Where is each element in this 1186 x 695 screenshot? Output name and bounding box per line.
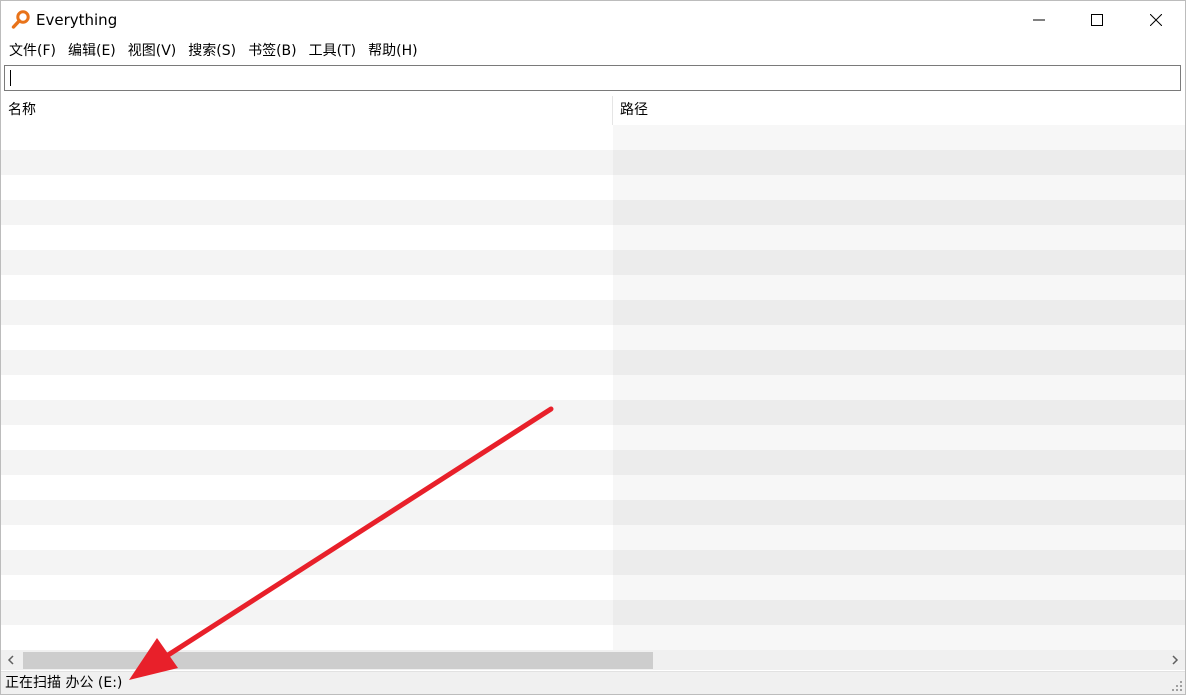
results-list[interactable] — [1, 125, 1185, 650]
list-row[interactable] — [1, 325, 1185, 350]
list-row[interactable] — [1, 225, 1185, 250]
horizontal-scrollbar[interactable] — [1, 650, 1185, 670]
row-name-cell — [1, 125, 613, 150]
row-path-cell — [613, 200, 1185, 225]
row-path-cell — [613, 275, 1185, 300]
row-name-cell — [1, 200, 613, 225]
list-row[interactable] — [1, 200, 1185, 225]
menu-help[interactable]: 帮助(H) — [362, 39, 423, 63]
row-path-cell — [613, 425, 1185, 450]
scroll-left-button[interactable] — [1, 650, 21, 670]
status-text: 正在扫描 办公 (E:) — [5, 675, 123, 691]
row-path-cell — [613, 575, 1185, 600]
menu-search[interactable]: 搜索(S) — [182, 39, 242, 63]
menu-bookmarks[interactable]: 书签(B) — [242, 39, 303, 63]
row-path-cell — [613, 450, 1185, 475]
list-row[interactable] — [1, 375, 1185, 400]
minimize-icon — [1033, 19, 1045, 21]
list-row[interactable] — [1, 150, 1185, 175]
text-caret — [10, 70, 11, 86]
row-path-cell — [613, 475, 1185, 500]
menu-edit[interactable]: 编辑(E) — [62, 39, 122, 63]
row-name-cell — [1, 625, 613, 650]
row-name-cell — [1, 600, 613, 625]
row-name-cell — [1, 250, 613, 275]
list-row[interactable] — [1, 575, 1185, 600]
list-row[interactable] — [1, 425, 1185, 450]
list-row[interactable] — [1, 400, 1185, 425]
list-row[interactable] — [1, 525, 1185, 550]
chevron-right-icon — [1172, 655, 1179, 665]
row-path-cell — [613, 125, 1185, 150]
row-name-cell — [1, 575, 613, 600]
list-row[interactable] — [1, 275, 1185, 300]
row-path-cell — [613, 500, 1185, 525]
scroll-thumb[interactable] — [23, 652, 653, 669]
list-row[interactable] — [1, 500, 1185, 525]
search-input[interactable] — [5, 66, 1180, 90]
row-name-cell — [1, 475, 613, 500]
row-path-cell — [613, 150, 1185, 175]
row-name-cell — [1, 275, 613, 300]
search-box[interactable] — [4, 65, 1181, 91]
everything-window: Everything 文件(F) 编辑(E) 视图(V) 搜索(S) 书签(B)… — [0, 0, 1186, 695]
list-row[interactable] — [1, 300, 1185, 325]
close-icon — [1150, 14, 1162, 26]
menu-bar: 文件(F) 编辑(E) 视图(V) 搜索(S) 书签(B) 工具(T) 帮助(H… — [1, 39, 1185, 63]
row-path-cell — [613, 600, 1185, 625]
menu-file[interactable]: 文件(F) — [3, 39, 62, 63]
row-path-cell — [613, 175, 1185, 200]
menu-view[interactable]: 视图(V) — [122, 39, 183, 63]
list-row[interactable] — [1, 600, 1185, 625]
column-header-row: 名称 路径 — [1, 96, 1185, 125]
menu-tools[interactable]: 工具(T) — [303, 39, 362, 63]
row-path-cell — [613, 525, 1185, 550]
list-row[interactable] — [1, 125, 1185, 150]
row-path-cell — [613, 300, 1185, 325]
row-name-cell — [1, 325, 613, 350]
maximize-button[interactable] — [1068, 1, 1126, 39]
list-row[interactable] — [1, 550, 1185, 575]
column-header-path[interactable]: 路径 — [613, 96, 1185, 125]
list-row[interactable] — [1, 250, 1185, 275]
row-name-cell — [1, 400, 613, 425]
row-path-cell — [613, 225, 1185, 250]
row-name-cell — [1, 450, 613, 475]
list-row[interactable] — [1, 450, 1185, 475]
column-header-name[interactable]: 名称 — [1, 96, 613, 125]
row-name-cell — [1, 300, 613, 325]
chevron-left-icon — [7, 655, 14, 665]
row-name-cell — [1, 350, 613, 375]
row-path-cell — [613, 250, 1185, 275]
row-name-cell — [1, 525, 613, 550]
list-row[interactable] — [1, 625, 1185, 650]
magnifier-logo-icon — [11, 10, 30, 29]
row-name-cell — [1, 425, 613, 450]
list-row[interactable] — [1, 175, 1185, 200]
minimize-button[interactable] — [1010, 1, 1068, 39]
list-row[interactable] — [1, 475, 1185, 500]
row-name-cell — [1, 550, 613, 575]
row-path-cell — [613, 625, 1185, 650]
window-title: Everything — [36, 11, 118, 29]
row-path-cell — [613, 350, 1185, 375]
row-name-cell — [1, 175, 613, 200]
row-name-cell — [1, 375, 613, 400]
title-bar[interactable]: Everything — [1, 1, 1185, 39]
list-row[interactable] — [1, 350, 1185, 375]
row-path-cell — [613, 400, 1185, 425]
row-path-cell — [613, 375, 1185, 400]
maximize-icon — [1091, 14, 1103, 26]
row-name-cell — [1, 150, 613, 175]
scroll-right-button[interactable] — [1165, 650, 1185, 670]
row-path-cell — [613, 325, 1185, 350]
status-bar: 正在扫描 办公 (E:) — [1, 671, 1185, 694]
resize-grip-icon[interactable] — [1171, 680, 1183, 692]
row-name-cell — [1, 500, 613, 525]
row-name-cell — [1, 225, 613, 250]
close-button[interactable] — [1127, 1, 1185, 39]
row-path-cell — [613, 550, 1185, 575]
